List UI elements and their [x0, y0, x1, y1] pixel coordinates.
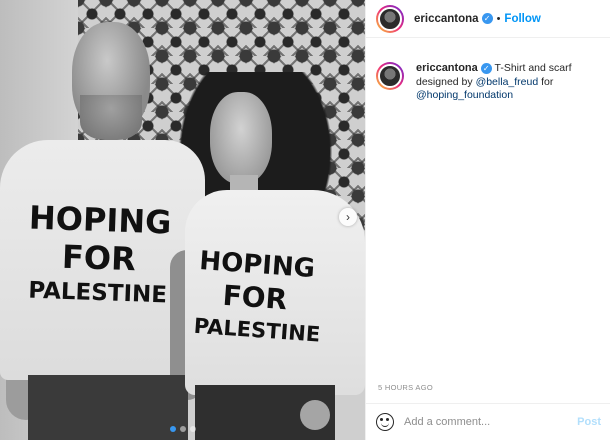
slogan-line-1: HOPING	[198, 246, 316, 285]
photo-woman-head	[210, 92, 272, 184]
slogan-line-3: PALESTINE	[27, 277, 168, 309]
carousel-dot	[189, 426, 196, 432]
caption-body: for	[541, 75, 554, 88]
separator-dot: •	[496, 12, 501, 25]
post-side-panel: ericcantona ✓ • Follow ericcantona ✓ T-Sh…	[365, 0, 610, 440]
post-header: ericcantona ✓ • Follow	[366, 0, 610, 38]
avatar[interactable]	[376, 4, 404, 33]
emoji-icon[interactable]	[376, 413, 394, 431]
mention-link[interactable]: @hoping_foundation	[416, 89, 513, 101]
chevron-right-icon[interactable]: ›	[339, 208, 357, 226]
slogan-line-2: FOR	[221, 278, 289, 317]
slogan-line-2: FOR	[61, 237, 137, 279]
post-photo[interactable]: HOPING FOR PALESTINE HOPING FOR PALESTIN…	[0, 0, 365, 440]
caption: ericcantona ✓ T-Shirt and scarf designed …	[366, 38, 610, 103]
caption-text: ericcantona ✓ T-Shirt and scarf designed …	[416, 62, 596, 103]
shirt-slogan-right: HOPING FOR PALESTINE	[193, 246, 321, 347]
caption-username-link[interactable]: ericcantona	[416, 62, 478, 74]
photo-man-beard	[80, 95, 142, 140]
comment-bar: Post	[366, 403, 610, 440]
carousel-dot	[169, 426, 176, 432]
post-button[interactable]: Post	[577, 416, 601, 428]
carousel-dot	[179, 426, 186, 432]
avatar[interactable]	[376, 62, 404, 90]
verified-badge-icon: ✓	[480, 63, 492, 75]
post-timestamp[interactable]: 5 HOURS AGO	[378, 383, 433, 392]
mention-link[interactable]: @bella_freud	[476, 76, 539, 88]
comment-input[interactable]	[404, 416, 578, 428]
shirt-slogan-left: HOPING FOR PALESTINE	[22, 198, 175, 309]
username-link[interactable]: ericcantona	[414, 13, 479, 25]
avatar-image	[378, 6, 402, 31]
avatar-image	[378, 64, 402, 88]
follow-button[interactable]: Follow	[504, 13, 540, 25]
slogan-line-1: HOPING	[28, 198, 173, 242]
carousel-dots	[0, 426, 365, 432]
verified-badge-icon: ✓	[481, 13, 493, 24]
